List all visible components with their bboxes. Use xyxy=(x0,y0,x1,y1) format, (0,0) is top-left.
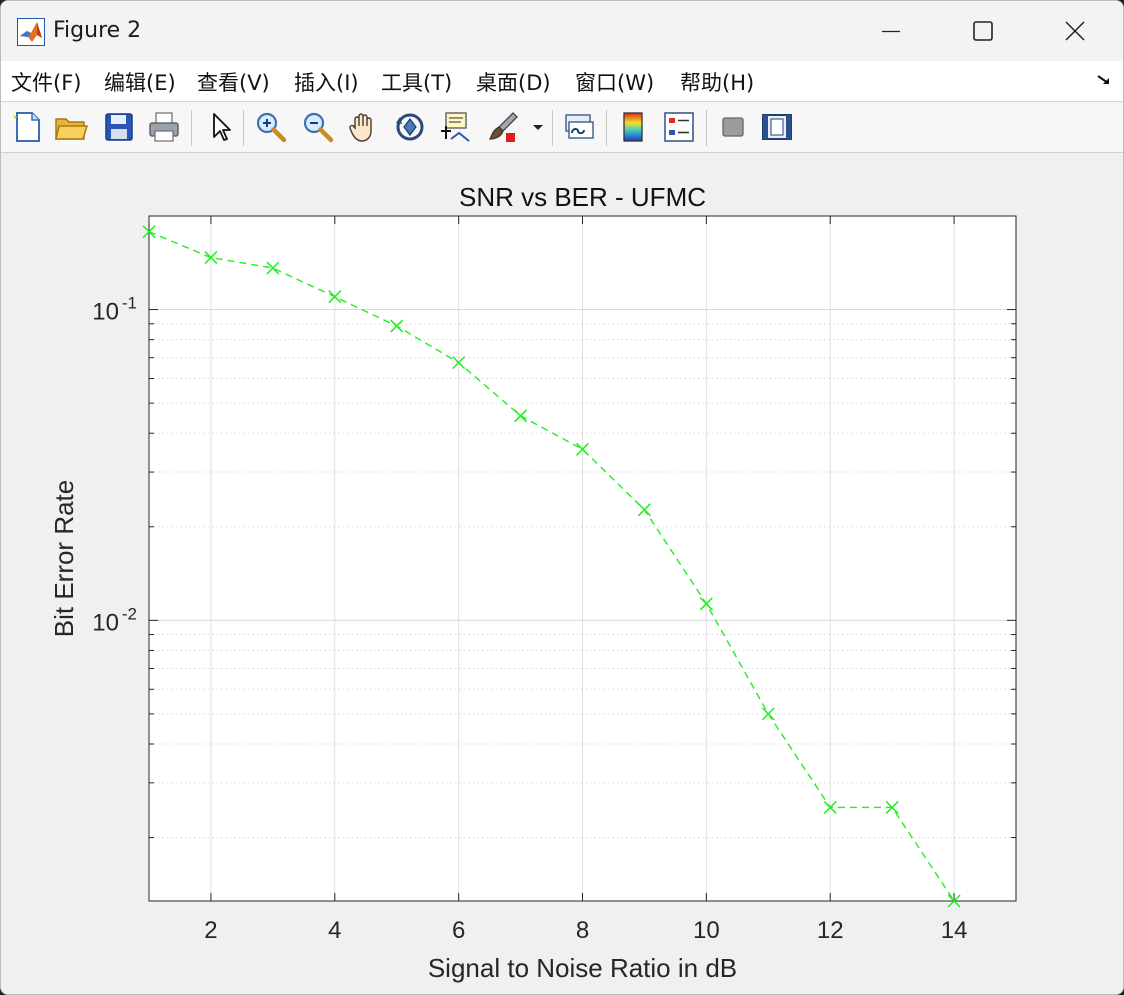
print-icon[interactable] xyxy=(146,109,182,145)
rotate-3d-icon[interactable] xyxy=(392,109,428,145)
dock-arrow-icon[interactable] xyxy=(1095,71,1113,89)
y-tick-label: 10 xyxy=(92,299,119,326)
y-tick-exponent: -1 xyxy=(122,294,137,313)
chart-title: SNR vs BER - UFMC xyxy=(459,182,706,212)
menu-view[interactable]: 查看(V) xyxy=(197,67,270,97)
matlab-logo-icon xyxy=(17,18,45,46)
menu-edit[interactable]: 编辑(E) xyxy=(104,67,176,97)
maximize-button[interactable] xyxy=(937,1,1029,61)
menu-tools[interactable]: 工具(T) xyxy=(381,67,452,97)
menu-insert[interactable]: 插入(I) xyxy=(294,67,359,97)
brush-dropdown-icon[interactable] xyxy=(529,109,547,145)
maximize-icon xyxy=(973,21,993,41)
colorbar-icon[interactable] xyxy=(615,109,651,145)
toolbar-separator xyxy=(191,110,192,146)
figure-canvas: 2 4 6 8 10 12 14 10 -1 10 -2 SNR vs BER - UFMC Sig… xyxy=(1,153,1123,994)
menu-bar: 文件(F) 编辑(E) 查看(V) 插入(I) 工具(T) 桌面(D) 窗口(W… xyxy=(1,61,1123,102)
x-tick-label: 4 xyxy=(328,917,341,944)
x-tick-label: 10 xyxy=(693,917,720,944)
close-icon xyxy=(1065,21,1085,41)
menu-desktop[interactable]: 桌面(D) xyxy=(476,67,551,97)
pan-hand-icon[interactable] xyxy=(346,109,382,145)
edit-plot-arrow-icon[interactable] xyxy=(203,109,239,145)
minimize-button[interactable] xyxy=(845,1,937,61)
y-tick-base: 10 xyxy=(92,299,119,326)
toolbar-separator xyxy=(606,110,607,146)
menu-window[interactable]: 窗口(W) xyxy=(575,67,654,97)
menu-file[interactable]: 文件(F) xyxy=(11,67,81,97)
save-icon[interactable] xyxy=(101,109,137,145)
title-bar[interactable]: Figure 2 xyxy=(1,1,1123,61)
open-file-icon[interactable] xyxy=(53,109,89,145)
data-cursor-icon[interactable] xyxy=(437,109,473,145)
zoom-in-icon[interactable] xyxy=(253,109,289,145)
show-plot-tools-icon[interactable] xyxy=(759,109,795,145)
x-tick-label: 14 xyxy=(941,917,968,944)
y-tick-label: 10 xyxy=(92,609,119,636)
toolbar-separator xyxy=(243,110,244,146)
figure-toolbar xyxy=(1,102,1123,153)
x-tick-label: 6 xyxy=(452,917,465,944)
toolbar-separator xyxy=(706,110,707,146)
ber-chart: 2 4 6 8 10 12 1410 -110 -2 SNR vs BER - UFMC Sig… xyxy=(49,182,1017,983)
brush-icon[interactable] xyxy=(485,109,521,145)
menu-help[interactable]: 帮助(H) xyxy=(680,67,754,97)
x-tick-label: 8 xyxy=(576,917,589,944)
window-title: Figure 2 xyxy=(53,18,142,43)
close-button[interactable] xyxy=(1029,1,1121,61)
toolbar-separator xyxy=(552,110,553,146)
x-tick-label: 12 xyxy=(817,917,844,944)
legend-icon[interactable] xyxy=(661,109,697,145)
link-plot-icon[interactable] xyxy=(561,109,597,145)
y-tick-exponent: -2 xyxy=(122,604,137,623)
y-axis-label: Bit Error Rate xyxy=(49,480,79,638)
minimize-icon xyxy=(882,30,900,33)
y-tick-base: 10 xyxy=(92,609,119,636)
zoom-out-icon[interactable] xyxy=(300,109,336,145)
new-figure-icon[interactable] xyxy=(9,109,45,145)
x-tick-label: 2 xyxy=(204,917,217,944)
hide-plot-tools-icon[interactable] xyxy=(715,109,751,145)
figure-window: Figure 2 文件(F) 编辑(E) 查看(V) 插入(I) 工具(T) 桌… xyxy=(0,0,1124,995)
x-axis-label: Signal to Noise Ratio in dB xyxy=(428,953,737,983)
